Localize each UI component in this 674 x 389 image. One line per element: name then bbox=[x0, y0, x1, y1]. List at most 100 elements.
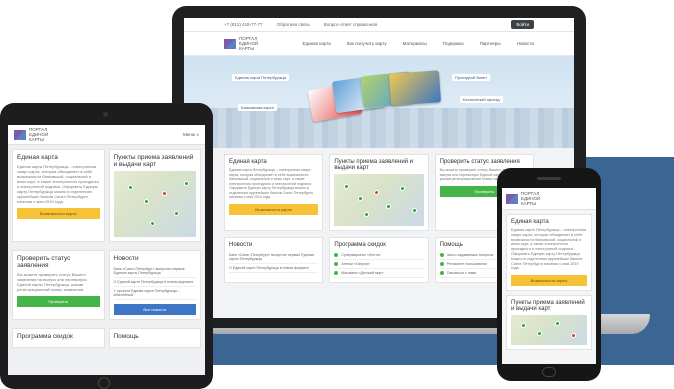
site-logo[interactable]: ПОРТАЛ ЕДИНОЙ КАРТЫ bbox=[224, 36, 271, 51]
all-news-button[interactable]: Все новости bbox=[113, 304, 196, 315]
faq-link[interactable]: Вопрос-ответ справочная bbox=[324, 22, 377, 27]
map-pin-icon[interactable] bbox=[173, 211, 179, 216]
green-dot-icon bbox=[439, 262, 444, 266]
points-map[interactable] bbox=[511, 315, 587, 346]
points-section-title: Пункты приема заявлений и выдачи карт bbox=[113, 154, 194, 168]
tablet-camera bbox=[103, 112, 108, 117]
phone-home-button[interactable] bbox=[542, 367, 556, 377]
card-features-button[interactable]: Возможности карты bbox=[229, 203, 319, 215]
menu-item-card[interactable]: Единая карта bbox=[302, 41, 330, 46]
news-section-title: Новости bbox=[229, 242, 253, 248]
login-button[interactable]: Войти bbox=[511, 20, 534, 29]
points-section-title: Пункты приема заявлений и выдачи карт bbox=[511, 300, 585, 313]
tablet-row-3: Программа скидок Помощь bbox=[8, 324, 205, 352]
news-item-text: Банк «Санкт-Петербург» выпустил первые Е… bbox=[113, 267, 185, 275]
program-item[interactable]: Супермаркеты «Лента» bbox=[334, 251, 424, 260]
card-section-title: Единая карта bbox=[17, 154, 58, 161]
points-section: Пункты приема заявлений и выдачи карт bbox=[108, 149, 201, 242]
map-pin-icon[interactable] bbox=[374, 190, 380, 195]
card-features-button[interactable]: Возможности карты bbox=[511, 275, 587, 287]
map-pin-icon[interactable] bbox=[358, 196, 364, 201]
card-section: Единая карта Единая карта Петербуржца – … bbox=[506, 214, 592, 292]
news-item[interactable]: Банк «Санкт-Петербург» выпустил первые Е… bbox=[229, 251, 319, 264]
map-pin-icon[interactable] bbox=[386, 204, 392, 209]
help-section: Помощь bbox=[108, 328, 201, 348]
card-section: Единая карта Единая карта Петербуржца – … bbox=[12, 149, 105, 242]
news-section-title: Новости bbox=[113, 255, 139, 262]
green-dot-icon bbox=[439, 271, 444, 275]
phone-device: ПОРТАЛ ЕДИНОЙ КАРТЫ Единая карта Единая … bbox=[497, 168, 601, 381]
program-section-title: Программа скидок bbox=[334, 242, 386, 248]
green-dot-icon bbox=[334, 271, 339, 275]
status-section-text: Вы можете проверить статус Вашего заявле… bbox=[17, 272, 87, 292]
points-map[interactable] bbox=[334, 174, 424, 226]
map-pin-icon[interactable] bbox=[149, 221, 155, 226]
device-mockup-stage: +7 (812) 418-77-77 Обратная связь Вопрос… bbox=[0, 0, 674, 389]
help-item-text: Часто задаваемые вопросы bbox=[446, 253, 494, 257]
logo-mark-icon bbox=[14, 129, 26, 140]
program-item[interactable]: Аптеки «Озерки» bbox=[334, 260, 424, 269]
map-pin-icon[interactable] bbox=[521, 323, 526, 329]
program-section: Программа скидок bbox=[12, 328, 105, 348]
map-pin-icon[interactable] bbox=[364, 212, 370, 217]
card-section-text: Единая карта Петербуржца – электронная с… bbox=[511, 228, 586, 271]
program-item-text: Супермаркеты «Лента» bbox=[341, 253, 381, 257]
news-item-text: У проекта Единая карта Петербуржца – юби… bbox=[113, 289, 180, 297]
menu-item-materials[interactable]: Материалы bbox=[403, 41, 427, 46]
menu-item-how-to-get[interactable]: Как получить карту bbox=[347, 41, 387, 46]
card-features-button[interactable]: Возможности карты bbox=[17, 208, 100, 219]
help-item-text: Регламент пользования bbox=[446, 262, 487, 266]
map-pin-icon[interactable] bbox=[143, 199, 149, 204]
hero-tag[interactable]: Бесплатный проезд bbox=[460, 96, 503, 103]
green-dot-icon bbox=[439, 253, 444, 257]
hero-tag[interactable]: Единая карта Петербуржца bbox=[232, 74, 290, 81]
check-status-button[interactable]: Проверить bbox=[17, 296, 100, 307]
main-menu: Единая карта Как получить карту Материал… bbox=[302, 41, 534, 46]
map-pin-icon[interactable] bbox=[127, 185, 133, 190]
news-item[interactable]: У проекта Единая карта Петербуржца – юби… bbox=[113, 287, 196, 300]
logo-mark-icon bbox=[224, 38, 236, 49]
phone-header: ПОРТАЛ ЕДИНОЙ КАРТЫ bbox=[502, 188, 596, 210]
site-logo[interactable]: ПОРТАЛ ЕДИНОЙ КАРТЫ bbox=[14, 127, 61, 142]
news-item[interactable]: Банк «Санкт-Петербург» выпустил первые Е… bbox=[113, 265, 196, 278]
news-item-text: О Единой карте Петербуржца в новом форма… bbox=[113, 280, 194, 284]
phone-link[interactable]: +7 (812) 418-77-77 bbox=[224, 22, 263, 27]
map-pin-icon[interactable] bbox=[412, 208, 418, 213]
tablet-header: ПОРТАЛ ЕДИНОЙ КАРТЫ Меню ≡ bbox=[8, 125, 205, 145]
map-pin-icon[interactable] bbox=[344, 184, 350, 189]
hero-tag[interactable]: Банковская карта bbox=[238, 104, 277, 111]
map-pin-icon[interactable] bbox=[183, 181, 189, 186]
tablet-device: ПОРТАЛ ЕДИНОЙ КАРТЫ Меню ≡ Единая карта … bbox=[0, 103, 213, 389]
news-item[interactable]: О Единой карте Петербуржца в новом форма… bbox=[113, 278, 196, 287]
news-item[interactable]: О Единой карте Петербуржца в новом форма… bbox=[229, 264, 319, 273]
card-section-text: Единая карта Петербуржца – электронная с… bbox=[17, 164, 100, 204]
phone-content: Единая карта Единая карта Петербуржца – … bbox=[502, 210, 596, 354]
status-section-title: Проверить статус заявления bbox=[17, 255, 71, 269]
points-map[interactable] bbox=[113, 171, 196, 237]
help-section-title: Помощь bbox=[113, 333, 139, 340]
feedback-link[interactable]: Обратная связь bbox=[277, 22, 310, 27]
program-item-text: Аптеки «Озерки» bbox=[341, 262, 370, 266]
menu-item-partners[interactable]: Партнеры bbox=[480, 41, 501, 46]
map-pin-icon[interactable] bbox=[400, 186, 406, 191]
program-item[interactable]: Магазины «Детский мир» bbox=[334, 269, 424, 278]
logo-mark-icon bbox=[506, 193, 518, 204]
program-item-text: Магазины «Детский мир» bbox=[341, 271, 384, 275]
hero-tag[interactable]: Проездной билет bbox=[452, 74, 491, 81]
news-section: Новости Банк «Санкт-Петербург» выпустил … bbox=[224, 237, 324, 283]
site-logo[interactable]: ПОРТАЛ ЕДИНОЙ КАРТЫ bbox=[506, 191, 553, 206]
card-section-text: Единая карта Петербуржца – электронная с… bbox=[229, 168, 313, 199]
tablet-home-button[interactable] bbox=[98, 377, 110, 389]
program-section-title: Программа скидок bbox=[17, 333, 73, 340]
map-pin-icon[interactable] bbox=[161, 191, 167, 196]
points-section-title: Пункты приема заявлений и выдачи карт bbox=[334, 159, 414, 171]
menu-item-news[interactable]: Новости bbox=[517, 41, 534, 46]
map-pin-icon[interactable] bbox=[555, 321, 560, 327]
green-dot-icon bbox=[334, 253, 339, 257]
card-section-title: Единая карта bbox=[229, 159, 267, 165]
menu-item-support[interactable]: Подержка bbox=[443, 41, 464, 46]
map-pin-icon[interactable] bbox=[537, 331, 542, 337]
tablet-menu-button[interactable]: Меню ≡ bbox=[183, 132, 199, 137]
logo-text: ПОРТАЛ ЕДИНОЙ КАРТЫ bbox=[239, 36, 259, 51]
map-pin-icon[interactable] bbox=[571, 333, 576, 339]
